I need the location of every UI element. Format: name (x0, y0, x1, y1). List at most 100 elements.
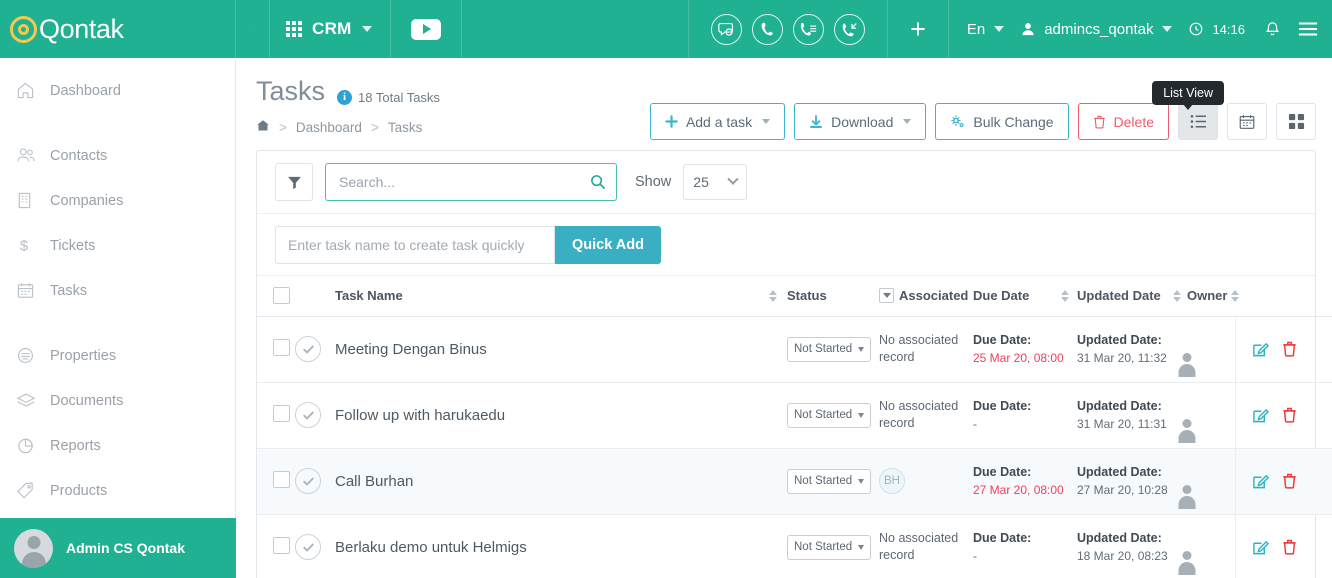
due-date-cell: Due Date: - (973, 514, 1077, 578)
row-checkbox[interactable] (273, 405, 290, 422)
search-icon[interactable] (590, 174, 606, 190)
associated-cell: BH (879, 448, 973, 515)
status-header: Status (787, 276, 879, 317)
phone-icon[interactable] (752, 13, 784, 45)
delete-icon[interactable] (1282, 341, 1297, 357)
status-filter-icon[interactable] (879, 288, 894, 304)
delete-icon[interactable] (1282, 407, 1297, 423)
sidebar-item-contacts[interactable]: Contacts (0, 133, 235, 178)
breadcrumb-item-tasks[interactable]: Tasks (388, 120, 423, 135)
search-box[interactable] (325, 163, 617, 201)
associated-initials-badge[interactable]: BH (879, 468, 905, 494)
delete-button[interactable]: Delete (1077, 103, 1169, 140)
mark-complete-icon[interactable] (295, 402, 321, 428)
call-inbound-icon[interactable] (834, 13, 866, 45)
sidebar-item-products[interactable]: Products (0, 468, 235, 513)
sidebar-item-tickets[interactable]: $ Tickets (0, 223, 235, 268)
task-name-cell: Berlaku demo untuk Helmigs (335, 514, 787, 578)
updated-date-cell: Updated Date: 31 Mar 20, 11:31 (1077, 382, 1187, 449)
task-name-cell: Follow up with harukaedu (335, 382, 787, 449)
sidebar-item-reports[interactable]: Reports (0, 423, 235, 468)
bulk-change-button[interactable]: Bulk Change (935, 103, 1069, 140)
language-label[interactable]: En (967, 21, 985, 38)
table-row[interactable]: Follow up with harukaedu Not Started No … (257, 382, 1332, 449)
quick-add-input[interactable] (275, 225, 555, 264)
chat-bubble-icon[interactable] (711, 13, 743, 45)
sort-toggle[interactable] (1061, 289, 1069, 302)
status-dropdown[interactable]: Not Started (787, 468, 872, 494)
table-row[interactable]: Berlaku demo untuk Helmigs Not Started N… (257, 514, 1332, 578)
edit-icon[interactable] (1252, 341, 1269, 358)
status-cell: Not Started (787, 448, 879, 515)
download-button[interactable]: Download (794, 103, 927, 140)
module-switcher[interactable]: CRM (270, 0, 391, 58)
video-tutorial-button[interactable] (391, 0, 462, 58)
call-log-icon[interactable] (793, 13, 825, 45)
sidebar-divider-gap (0, 313, 235, 333)
tag-icon (16, 481, 50, 500)
associated-header: Associated (879, 276, 973, 317)
row-checkbox[interactable] (273, 339, 290, 356)
language-chevron-down-icon[interactable] (994, 26, 1005, 32)
edit-icon[interactable] (1252, 407, 1269, 424)
grid-view-icon (1288, 113, 1304, 130)
edit-icon[interactable] (1252, 473, 1269, 490)
sidebar-item-documents[interactable]: Documents (0, 378, 235, 423)
sort-toggle[interactable] (1173, 289, 1181, 302)
funnel-filter-icon (287, 176, 301, 189)
sidebar-item-companies[interactable]: Companies (0, 178, 235, 223)
sidebar-user-footer[interactable]: Admin CS Qontak (0, 518, 236, 578)
brand-name: Qontak (39, 13, 124, 44)
page-size-select[interactable]: 25 (683, 164, 748, 200)
task-name-label[interactable]: Meeting Dengan Binus (335, 341, 487, 358)
task-name-label[interactable]: Berlaku demo untuk Helmigs (335, 539, 527, 556)
row-actions-cell (1235, 382, 1332, 449)
row-checkbox[interactable] (273, 471, 290, 488)
list-view-tooltip: List View (1152, 81, 1224, 110)
delete-icon[interactable] (1282, 539, 1297, 555)
mark-complete-icon[interactable] (295, 468, 321, 494)
sidebar-item-tasks[interactable]: Tasks (0, 268, 235, 313)
breadcrumb-item-dashboard[interactable]: Dashboard (296, 120, 362, 135)
search-input[interactable] (339, 174, 590, 190)
sidebar-item-dashboard[interactable]: Dashboard (0, 68, 235, 113)
mark-complete-icon[interactable] (295, 534, 321, 560)
owner-cell (1187, 514, 1235, 578)
filter-button[interactable] (275, 163, 313, 201)
sidebar-item-properties[interactable]: Properties (0, 333, 235, 378)
table-row[interactable]: Call Burhan Not Started BH Due Date: 27 … (257, 448, 1332, 515)
sidebar-item-label: Dashboard (50, 82, 121, 99)
sort-toggle[interactable] (769, 289, 777, 302)
home-icon[interactable] (256, 119, 270, 135)
clock-icon (1189, 22, 1203, 36)
user-name-label[interactable]: admincs_qontak (1044, 21, 1153, 38)
status-dropdown[interactable]: Not Started (787, 402, 872, 428)
grid-view-button[interactable] (1276, 103, 1316, 140)
delete-icon[interactable] (1282, 473, 1297, 489)
notification-bell-icon[interactable] (1264, 21, 1281, 38)
updated-date-cell: Updated Date: 31 Mar 20, 11:32 (1077, 316, 1187, 383)
bulk-change-label: Bulk Change (973, 113, 1054, 130)
sidebar-collapse-button[interactable] (236, 0, 270, 58)
task-name-label[interactable]: Follow up with harukaedu (335, 407, 505, 424)
edit-icon[interactable] (1252, 539, 1269, 556)
hamburger-menu-icon[interactable] (1298, 21, 1318, 37)
user-chevron-down-icon[interactable] (1162, 26, 1173, 32)
status-dropdown[interactable]: Not Started (787, 534, 872, 560)
calendar-view-button[interactable] (1227, 103, 1267, 140)
chevron-down-icon (858, 478, 865, 484)
add-new-button[interactable]: + (888, 0, 949, 58)
sort-toggle[interactable] (1231, 289, 1240, 302)
brand-logo[interactable]: Qontak (0, 0, 236, 58)
quick-add-button[interactable]: Quick Add (555, 225, 661, 264)
add-task-button[interactable]: Add a task (649, 103, 786, 140)
mark-complete-icon[interactable] (295, 336, 321, 362)
due-date-header: Due Date (973, 276, 1077, 317)
task-name-label[interactable]: Call Burhan (335, 473, 413, 490)
updated-date-cell: Updated Date: 27 Mar 20, 10:28 (1077, 448, 1187, 515)
row-checkbox[interactable] (273, 537, 290, 554)
page-header: Tasks i 18 Total Tasks > Dashboard > Tas… (256, 76, 1316, 150)
table-row[interactable]: Meeting Dengan Binus Not Started No asso… (257, 316, 1332, 383)
select-all-checkbox[interactable] (273, 287, 290, 305)
status-dropdown[interactable]: Not Started (787, 336, 872, 362)
